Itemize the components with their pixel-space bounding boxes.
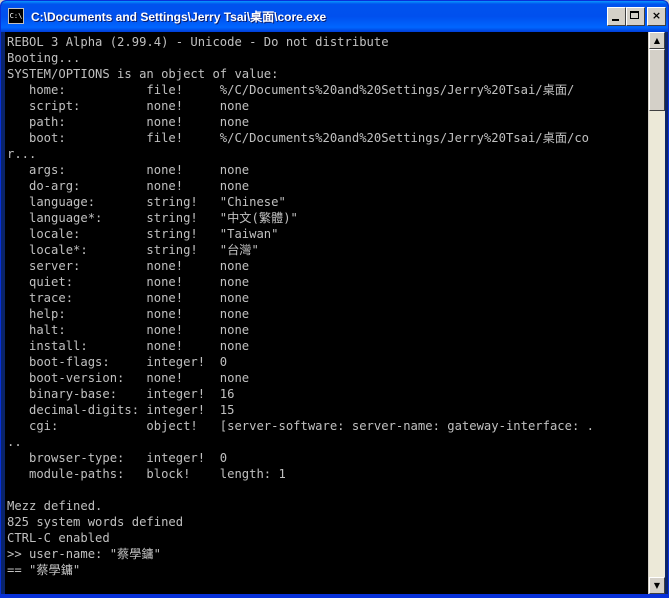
console-line: language*: string! "中文(繁體)" [7,211,298,225]
scroll-down-arrow-icon: ▼ [653,581,661,590]
console-line: r... [7,147,37,161]
scroll-up-button[interactable]: ▲ [649,32,665,49]
console-line: boot: file! %/C/Documents%20and%20Settin… [7,131,590,145]
console-line: 825 system words defined [7,515,184,529]
close-icon: × [651,9,662,22]
maximize-button[interactable] [626,7,645,26]
console-line: boot-flags: integer! 0 [7,355,228,369]
console-line: .. [7,435,22,449]
console-line: args: none! none [7,163,250,177]
minimize-button[interactable] [607,7,626,26]
console-line: halt: none! none [7,323,250,337]
console-line: cgi: object! [server-software: server-na… [7,419,594,433]
scroll-down-button[interactable]: ▼ [649,577,665,594]
close-button[interactable]: × [647,7,666,26]
vertical-scrollbar[interactable]: ▲ ▼ [648,32,665,594]
console-line: boot-version: none! none [7,371,250,385]
title-bar[interactable]: C:\ C:\Documents and Settings\Jerry Tsai… [1,1,668,32]
console-line: path: none! none [7,115,250,129]
console-line: >> user-name: "蔡學鏞" [7,547,161,561]
console-icon[interactable]: C:\ [8,8,24,24]
console-line: trace: none! none [7,291,250,305]
console-line: CTRL-C enabled [7,531,110,545]
minimize-icon [612,19,619,21]
console-line: REBOL 3 Alpha (2.99.4) - Unicode - Do no… [7,35,389,49]
console-text: REBOL 3 Alpha (2.99.4) - Unicode - Do no… [5,32,648,578]
console-line: help: none! none [7,307,250,321]
console-line: home: file! %/C/Documents%20and%20Settin… [7,83,575,97]
console-line: locale*: string! "台灣" [7,243,259,257]
scroll-up-arrow-icon: ▲ [653,36,661,45]
window-frame-bottom [1,594,668,597]
console-line: quiet: none! none [7,275,250,289]
console-line: binary-base: integer! 16 [7,387,235,401]
console-line: Booting... [7,51,81,65]
console-line: module-paths: block! length: 1 [7,467,286,481]
console-line: Mezz defined. [7,499,103,513]
console-line: decimal-digits: integer! 15 [7,403,235,417]
console-line: language: string! "Chinese" [7,195,286,209]
console-line: == "蔡學鏞" [7,563,81,577]
maximize-icon [630,11,639,19]
scroll-thumb[interactable] [649,49,665,111]
console-line: do-arg: none! none [7,179,250,193]
console-line: install: none! none [7,339,250,353]
console-line: locale: string! "Taiwan" [7,227,279,241]
window-title: C:\Documents and Settings\Jerry Tsai\桌面\… [31,10,327,24]
console-line: script: none! none [7,99,250,113]
console-line: browser-type: integer! 0 [7,451,228,465]
console-line: server: none! none [7,259,250,273]
console-line: SYSTEM/OPTIONS is an object of value: [7,67,279,81]
console-output[interactable]: REBOL 3 Alpha (2.99.4) - Unicode - Do no… [5,32,648,594]
console-window: C:\ C:\Documents and Settings\Jerry Tsai… [0,0,669,598]
